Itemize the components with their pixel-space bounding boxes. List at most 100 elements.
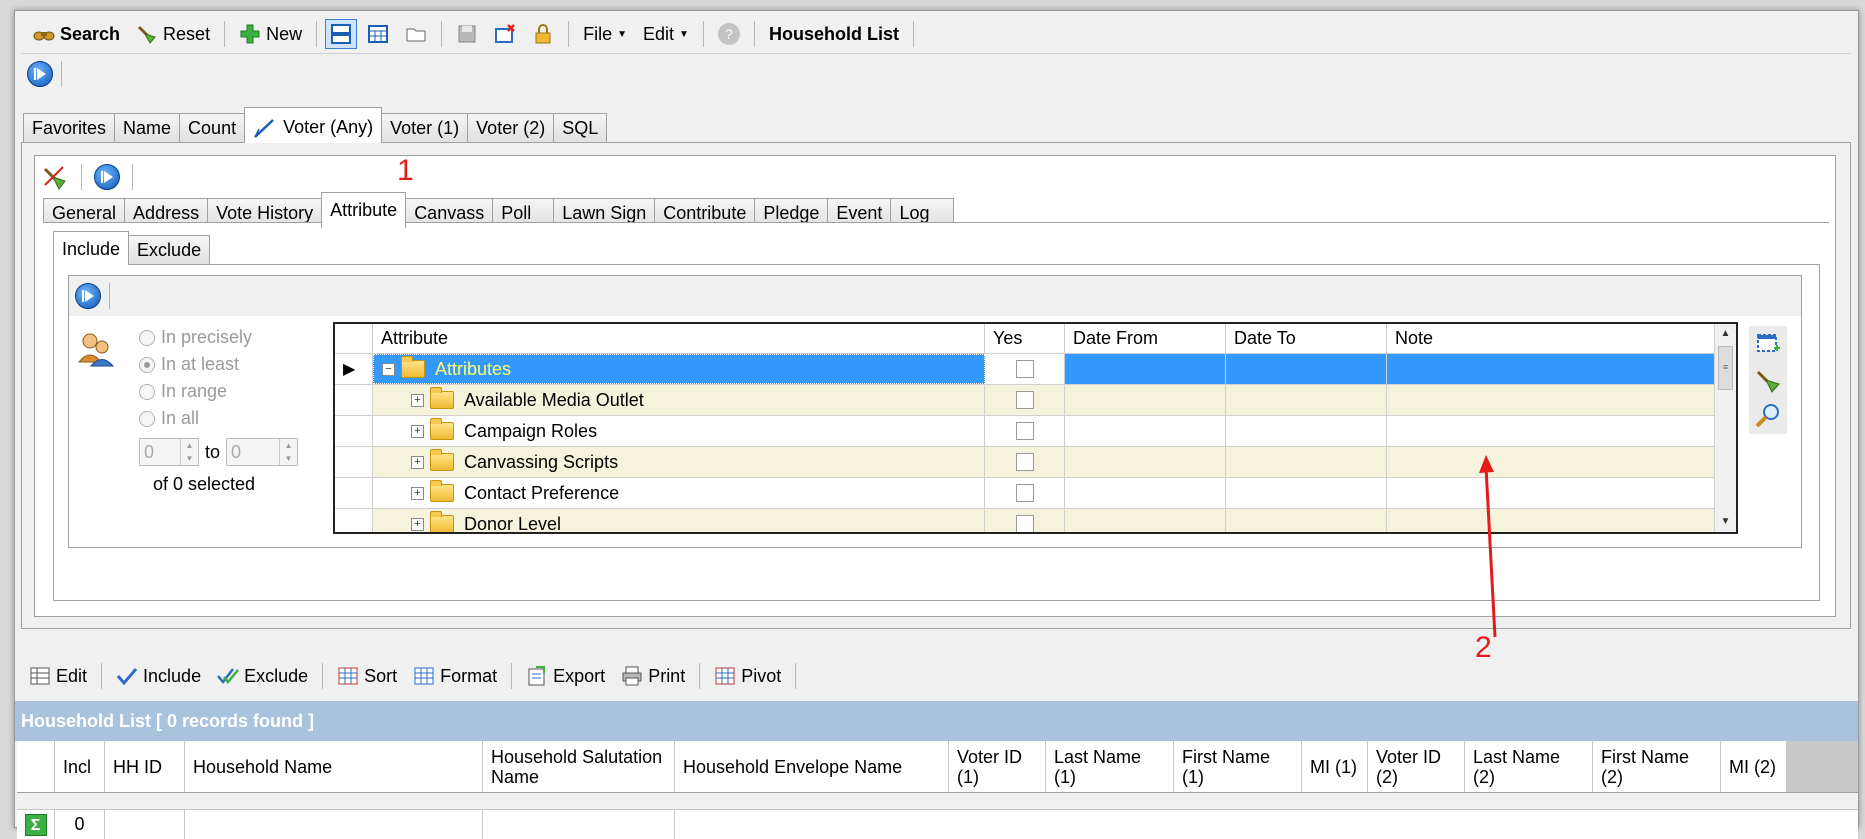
date-to-cell[interactable] xyxy=(1226,478,1387,508)
column-header-voter-id-2[interactable]: Voter ID (2) xyxy=(1368,741,1465,792)
yes-cell[interactable] xyxy=(985,354,1065,384)
help-button[interactable]: ? xyxy=(712,20,746,48)
column-header-first-name-1[interactable]: First Name (1) xyxy=(1174,741,1302,792)
expand-icon[interactable]: + xyxy=(411,455,424,469)
search-button[interactable]: Search xyxy=(27,20,126,48)
tab-voter-2[interactable]: Voter (2) xyxy=(467,113,555,143)
tab-voter-any[interactable]: Voter (Any) xyxy=(244,107,383,143)
spin-arrows-icon[interactable]: ▲ ▼ xyxy=(180,439,198,465)
table-row[interactable]: ▶ − Attributes xyxy=(335,354,1725,385)
date-to-cell[interactable] xyxy=(1226,509,1387,532)
broom-icon[interactable] xyxy=(1754,366,1782,394)
yes-cell[interactable] xyxy=(985,385,1065,415)
column-header-date-from[interactable]: Date From xyxy=(1065,324,1226,353)
radio-in-precisely[interactable]: In precisely xyxy=(139,324,298,351)
scroll-thumb[interactable]: ≡ xyxy=(1718,346,1733,390)
date-to-cell[interactable] xyxy=(1226,447,1387,477)
range-from-input[interactable]: 0 ▲ ▼ xyxy=(139,438,199,466)
tab-sql[interactable]: SQL xyxy=(553,113,608,143)
column-header-last-name-2[interactable]: Last Name (2) xyxy=(1465,741,1593,792)
expand-icon[interactable]: + xyxy=(411,424,424,438)
vertical-scrollbar[interactable]: ▲ ≡ ▼ xyxy=(1714,324,1736,532)
tab-favorites[interactable]: Favorites xyxy=(23,113,116,143)
yes-cell[interactable] xyxy=(985,509,1065,532)
scroll-down-icon[interactable]: ▼ xyxy=(1715,512,1736,532)
column-header-hh-id[interactable]: HH ID xyxy=(105,741,185,792)
note-cell[interactable] xyxy=(1387,354,1725,384)
tab-include[interactable]: Include xyxy=(53,231,130,265)
save-button[interactable] xyxy=(450,20,484,48)
column-header-yes[interactable]: Yes xyxy=(985,324,1065,353)
edit-list-button[interactable]: Edit xyxy=(23,662,93,690)
column-header-attribute[interactable]: Attribute xyxy=(373,324,985,353)
radio-in-range[interactable]: In range xyxy=(139,378,298,405)
tab-attribute[interactable]: Attribute xyxy=(321,192,407,228)
radio-in-at-least[interactable]: In at least xyxy=(139,351,298,378)
yes-checkbox[interactable] xyxy=(1015,515,1034,532)
note-cell[interactable] xyxy=(1387,509,1725,532)
expand-icon[interactable]: + xyxy=(411,486,424,500)
column-header-incl[interactable]: Incl xyxy=(55,741,105,792)
scroll-up-icon[interactable]: ▲ xyxy=(1715,324,1736,344)
attribute-cell[interactable]: − Attributes xyxy=(373,354,985,384)
table-row[interactable]: + Available Media Outlet xyxy=(335,385,1725,416)
date-to-cell[interactable] xyxy=(1226,385,1387,415)
column-header-first-name-2[interactable]: First Name (2) xyxy=(1593,741,1721,792)
collapse-icon[interactable]: − xyxy=(382,362,395,376)
lock-button[interactable] xyxy=(526,20,560,48)
tab-name[interactable]: Name xyxy=(114,113,181,143)
yes-checkbox[interactable] xyxy=(1015,453,1034,471)
note-cell[interactable] xyxy=(1387,385,1725,415)
tab-voter-1[interactable]: Voter (1) xyxy=(381,113,469,143)
yes-checkbox[interactable] xyxy=(1015,391,1034,409)
split-view-button[interactable] xyxy=(325,19,358,49)
edit-menu[interactable]: Edit ▼ xyxy=(637,21,695,48)
date-to-cell[interactable] xyxy=(1226,416,1387,446)
date-to-cell[interactable] xyxy=(1226,354,1387,384)
magnifier-icon[interactable] xyxy=(1754,402,1782,430)
column-header-date-to[interactable]: Date To xyxy=(1226,324,1387,353)
column-header-note[interactable]: Note xyxy=(1387,324,1725,353)
radio-in-all[interactable]: In all xyxy=(139,405,298,432)
expand-icon[interactable]: + xyxy=(411,517,424,531)
go-icon[interactable] xyxy=(75,283,101,309)
column-header-mi-1[interactable]: MI (1) xyxy=(1302,741,1368,792)
new-button[interactable]: New xyxy=(233,20,308,48)
select-all-icon[interactable] xyxy=(1754,330,1782,358)
note-cell[interactable] xyxy=(1387,478,1725,508)
clear-criteria-icon[interactable] xyxy=(41,163,69,191)
open-folder-button[interactable] xyxy=(399,20,433,48)
format-button[interactable]: Format xyxy=(407,662,503,690)
column-header-last-name-1[interactable]: Last Name (1) xyxy=(1046,741,1174,792)
date-from-cell[interactable] xyxy=(1065,416,1226,446)
column-header-household-name[interactable]: Household Name xyxy=(185,741,483,792)
attribute-cell[interactable]: + Canvassing Scripts xyxy=(373,447,985,477)
grid-view-button[interactable] xyxy=(361,20,395,48)
date-from-cell[interactable] xyxy=(1065,354,1226,384)
attribute-cell[interactable]: + Contact Preference xyxy=(373,478,985,508)
yes-cell[interactable] xyxy=(985,416,1065,446)
tab-count[interactable]: Count xyxy=(179,113,246,143)
table-row[interactable]: + Campaign Roles xyxy=(335,416,1725,447)
attribute-cell[interactable]: + Campaign Roles xyxy=(373,416,985,446)
include-button[interactable]: Include xyxy=(110,662,207,690)
yes-checkbox[interactable] xyxy=(1015,484,1034,502)
delete-button[interactable] xyxy=(488,20,522,48)
note-cell[interactable] xyxy=(1387,416,1725,446)
sort-button[interactable]: Sort xyxy=(331,662,403,690)
column-header-voter-id-1[interactable]: Voter ID (1) xyxy=(949,741,1046,792)
spin-arrows-icon[interactable]: ▲ ▼ xyxy=(279,439,297,465)
expand-icon[interactable]: + xyxy=(411,393,424,407)
column-header-mi-2[interactable]: MI (2) xyxy=(1721,741,1787,792)
yes-checkbox[interactable] xyxy=(1015,360,1034,378)
column-header-household-salutation-name[interactable]: Household Salutation Name xyxy=(483,741,675,792)
column-header-household-envelope-name[interactable]: Household Envelope Name xyxy=(675,741,949,792)
yes-checkbox[interactable] xyxy=(1015,422,1034,440)
note-cell[interactable] xyxy=(1387,447,1725,477)
go-icon[interactable] xyxy=(27,60,53,87)
pivot-button[interactable]: Pivot xyxy=(708,662,787,690)
file-menu[interactable]: File ▼ xyxy=(577,21,633,48)
date-from-cell[interactable] xyxy=(1065,478,1226,508)
date-from-cell[interactable] xyxy=(1065,447,1226,477)
print-button[interactable]: Print xyxy=(615,662,691,690)
